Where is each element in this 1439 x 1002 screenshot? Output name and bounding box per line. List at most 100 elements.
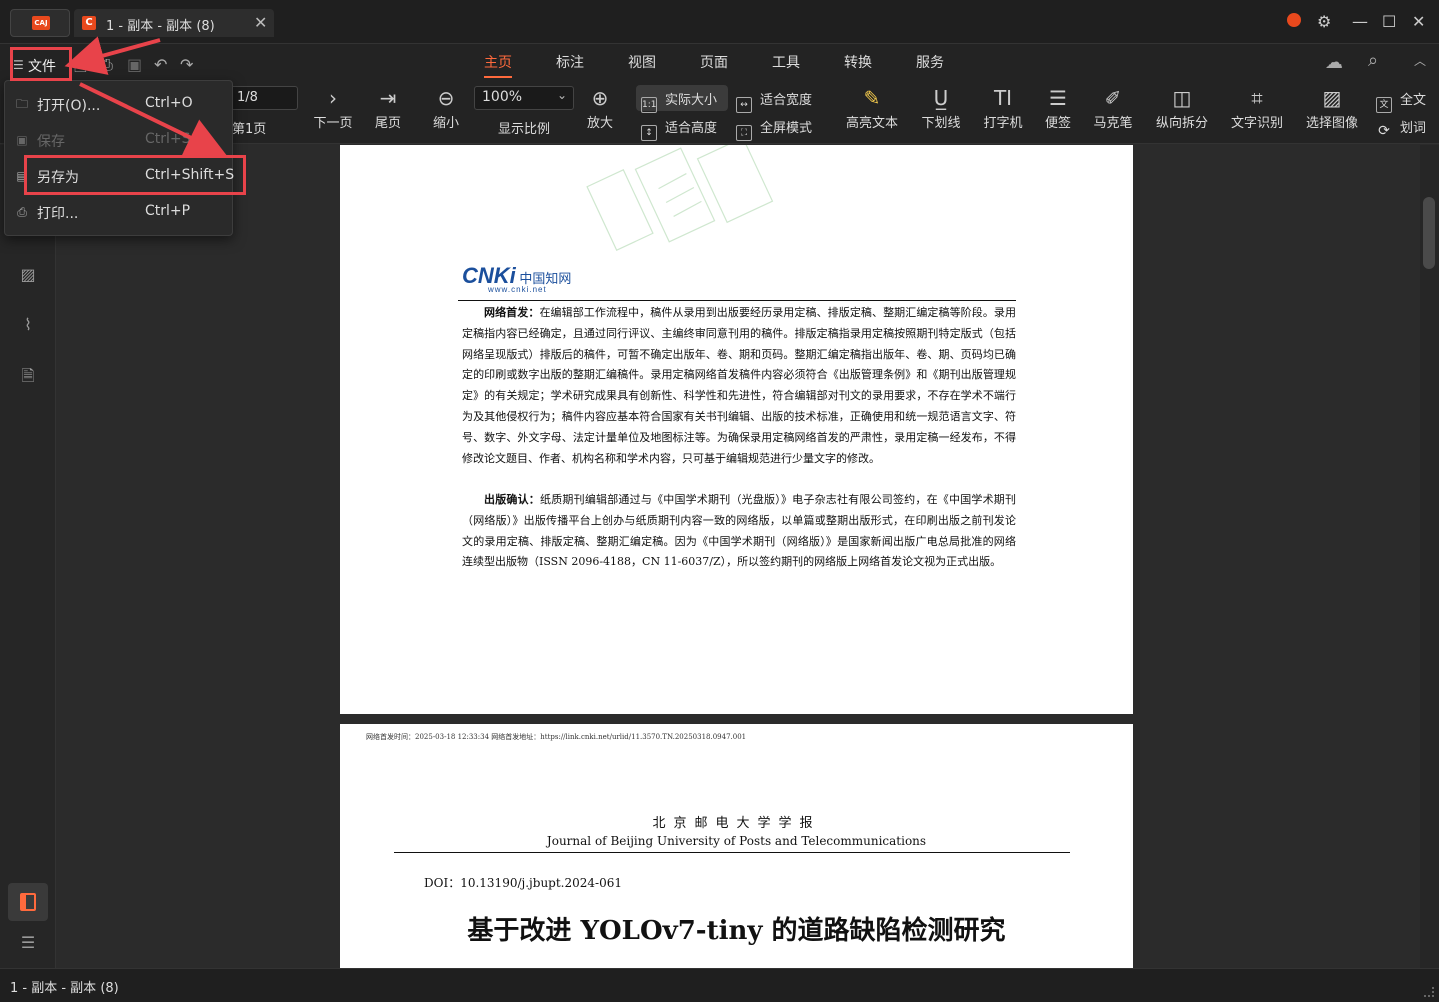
word-select-label: 划词 [1400,121,1427,136]
fit-width-button[interactable]: ↔ 适合宽度 [736,89,812,113]
save-shortcut: Ctrl+S [145,131,191,147]
actual-size-button[interactable]: 1:1 实际大小 [641,89,717,113]
notice-paragraph-1: 网络首发：在编辑部工作流程中，稿件从录用到出版要经历录用定稿、排版定稿、整期汇编… [462,303,1016,469]
ocr-icon: ⌗ [1251,86,1263,110]
user-avatar-icon[interactable] [1287,13,1301,27]
select-image-button[interactable]: ▨ 选择图像 [1302,86,1362,131]
underline-label: 下划线 [921,116,961,131]
menu-item-print[interactable]: ⎙ 打印... Ctrl+P [5,194,232,230]
zoom-out-label: 缩小 [432,116,459,131]
fulltext-button[interactable]: 文全文 [1376,89,1426,113]
para2-heading: 出版确认： [484,493,541,506]
print-quick-icon[interactable]: ⎙ [100,55,113,75]
zoom-in-button[interactable]: ⊕ 放大 [582,86,618,131]
minimize-button[interactable]: — [1352,12,1368,31]
tab-tools[interactable]: 工具 [772,52,800,72]
typewriter-button[interactable]: TI 打字机 [980,86,1026,131]
tab-service[interactable]: 服务 [916,52,944,72]
tab-view[interactable]: 视图 [628,52,656,72]
chevron-down-icon: ⌄ [556,88,567,102]
last-page-button[interactable]: ⇥ 尾页 [370,86,406,131]
zoom-value: 100% [482,89,523,105]
actual-size-label: 实际大小 [665,93,718,108]
print-icon: ⎙ [17,205,27,219]
tab-page[interactable]: 页面 [700,52,728,72]
fit-width-icon: ↔ [736,97,752,113]
scrollbar-thumb[interactable] [1423,197,1435,269]
zoom-in-icon: ⊕ [591,86,609,110]
page-1: CNKi 中国知网 www.cnki.net 网络首发：在编辑部工作流程中，稿件… [340,145,1133,714]
fullscreen-label: 全屏模式 [760,121,813,136]
fulltext-icon: 文 [1376,97,1392,113]
tab-annotate[interactable]: 标注 [556,52,584,72]
last-page-icon: ⇥ [379,86,397,110]
online-first-header: 网络首发时间：2025-03-18 12:33:34 网络首发地址：https:… [366,733,747,741]
tab-home[interactable]: 主页 [484,52,512,78]
image-panel-icon[interactable]: ▨ [18,265,38,285]
first-page-button[interactable]: 第1页 [232,118,266,137]
header-rule [458,300,1016,301]
close-window-button[interactable]: ✕ [1412,12,1425,31]
fullscreen-icon: ⛶ [736,125,752,141]
outline-icon[interactable]: ☰ [18,933,38,953]
journal-name-cn: 北京邮电大学学报 [652,816,821,831]
save-as-icon: ▤ [16,169,28,183]
zoom-out-button[interactable]: ⊖ 缩小 [428,86,464,131]
document-panel-icon[interactable]: 🗎 [18,365,38,385]
cnki-logo: CNKi 中国知网 www.cnki.net [462,263,572,294]
sticky-note-button[interactable]: ☰ 便签 [1040,86,1076,131]
status-bar: 1 - 副本 - 副本 (8) [0,968,1439,1002]
zoom-select[interactable]: 100% ⌄ [474,86,574,110]
next-page-button[interactable]: › 下一页 [310,86,356,131]
app-home-tab[interactable]: CAJ [10,9,70,37]
save-quick-icon[interactable]: ▣ [127,55,142,74]
panel-toggle-icon [20,893,36,911]
attachment-icon[interactable]: ⌇ [18,315,38,335]
fit-height-button[interactable]: ↕ 适合高度 [641,117,717,141]
fit-width-label: 适合宽度 [760,93,813,108]
menu-item-save-as[interactable]: ▤ 另存为 Ctrl+Shift+S [5,158,234,194]
new-file-icon[interactable]: 🗋 [74,55,87,82]
settings-gear-icon[interactable]: ⚙ [1317,12,1331,31]
word-select-button[interactable]: ⟳ 划词 [1376,117,1426,140]
thumbnail-panel-button[interactable] [8,883,48,921]
print-shortcut: Ctrl+P [145,203,191,219]
document-viewport[interactable]: CNKi 中国知网 www.cnki.net 网络首发：在编辑部工作流程中，稿件… [56,145,1420,968]
undo-icon[interactable]: ↶ [154,55,167,74]
chevron-right-icon: › [329,86,337,110]
actual-size-icon: 1:1 [641,97,657,113]
vertical-split-button[interactable]: ◫ 纵向拆分 [1152,86,1212,131]
resize-grip-icon[interactable] [1424,987,1434,997]
vertical-scrollbar[interactable] [1420,145,1439,968]
document-tab[interactable]: C 1 - 副本 - 副本 (8) ✕ [74,9,274,37]
journal-rule [394,852,1070,853]
refresh-icon: ⟳ [1378,123,1390,139]
zoom-in-label: 放大 [586,116,613,131]
ocr-button[interactable]: ⌗ 文字识别 [1227,86,1287,131]
menu-item-save[interactable]: ▣ 保存 Ctrl+S [5,122,232,158]
file-menu-button[interactable]: ☰ 文件 [10,50,70,80]
next-page-label: 下一页 [313,116,353,131]
cloud-upload-icon[interactable]: ☁ [1325,52,1343,73]
marker-button[interactable]: ✐ 马克笔 [1090,86,1136,131]
tab-close-icon[interactable]: ✕ [254,13,267,32]
maximize-button[interactable]: ☐ [1382,12,1396,31]
menu-item-open[interactable]: 🗀 打开(O)... Ctrl+O [5,86,232,122]
collapse-ribbon-icon[interactable]: ︿ [1414,52,1426,69]
fulltext-label: 全文 [1400,93,1427,108]
page-number-input[interactable]: 1/8 [228,86,298,110]
print-label: 打印... [37,206,79,222]
status-filename: 1 - 副本 - 副本 (8) [10,981,119,996]
tab-convert[interactable]: 转换 [844,52,872,72]
doi-text: DOI：10.13190/j.jbupt.2024-061 [424,876,622,890]
file-menu-label: 文件 [28,59,56,75]
highlight-text-button[interactable]: ✎ 高亮文本 [844,86,900,131]
save-icon: ▣ [16,133,28,147]
save-label: 保存 [37,134,65,150]
fullscreen-button[interactable]: ⛶ 全屏模式 [736,117,812,141]
cnki-logo-cn: 中国知网 [519,271,572,286]
underline-button[interactable]: U̲ 下划线 [918,86,964,131]
redo-icon[interactable]: ↷ [180,55,193,74]
search-icon[interactable]: ⌕ [1368,50,1378,71]
open-folder-icon: 🗀 [15,97,28,111]
